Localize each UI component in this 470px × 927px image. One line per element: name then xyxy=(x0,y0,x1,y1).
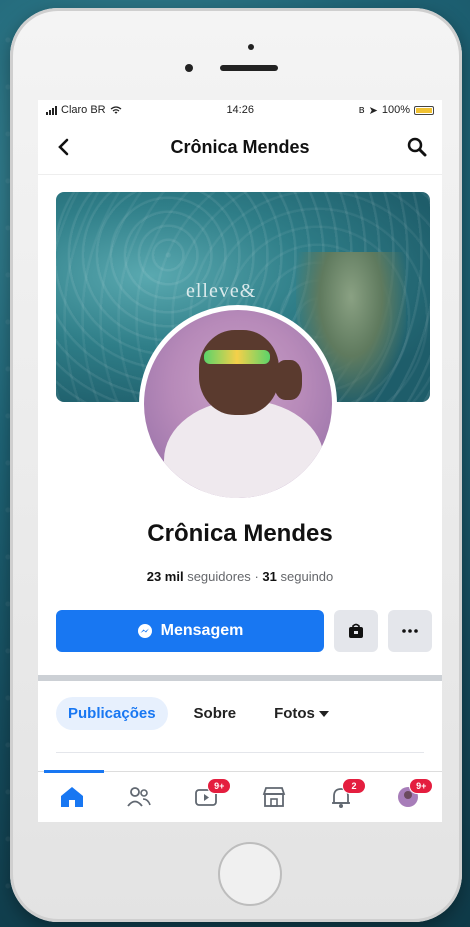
app-screen: Claro BR 14:26 ʙ ➤ 100% Crônica Mendes e… xyxy=(38,100,442,822)
wifi-icon xyxy=(110,105,122,113)
menu-badge: 9+ xyxy=(409,778,434,794)
page-title: Crônica Mendes xyxy=(170,136,310,157)
earpiece-speaker xyxy=(220,65,278,71)
tab-fotos[interactable]: Fotos xyxy=(262,697,341,730)
profile-avatar[interactable] xyxy=(139,305,337,503)
notifications-badge: 2 xyxy=(341,778,366,794)
cover-logo: elleve& xyxy=(186,280,257,302)
front-sensor xyxy=(185,64,193,72)
tabbar-friends[interactable] xyxy=(122,780,156,814)
battery-percent: 100% xyxy=(381,104,410,116)
caret-down-icon xyxy=(318,710,329,717)
message-button-label: Mensagem xyxy=(160,622,244,639)
bag-icon xyxy=(349,623,363,638)
sunglasses xyxy=(204,350,270,364)
marketplace-icon xyxy=(262,787,285,807)
home-icon xyxy=(60,787,83,807)
follow-stats: 23 mil seguidores · 31 seguindo xyxy=(38,569,442,584)
stats-separator: · xyxy=(254,569,259,584)
messenger-icon xyxy=(137,624,152,638)
followers-count[interactable]: 23 mil xyxy=(147,569,184,584)
tabbar-notifications[interactable]: 2 xyxy=(324,778,366,814)
following-count[interactable]: 31 xyxy=(262,569,276,584)
tabbar-videos[interactable]: 9+ xyxy=(189,778,232,814)
carrier-label: Claro BR xyxy=(61,104,106,116)
signal-icon xyxy=(46,105,57,115)
profile-name: Crônica Mendes xyxy=(147,520,333,547)
tabbar-home[interactable] xyxy=(55,780,89,814)
following-label[interactable]: seguindo xyxy=(281,569,334,584)
tabs-separator xyxy=(56,752,424,753)
search-button[interactable] xyxy=(406,136,428,158)
search-icon xyxy=(407,137,427,157)
chevron-left-icon xyxy=(58,138,69,156)
tab-sobre[interactable]: Sobre xyxy=(182,697,249,730)
front-camera xyxy=(248,44,254,50)
more-options-button[interactable] xyxy=(388,610,432,652)
tab-fotos-label: Fotos xyxy=(274,705,315,722)
status-bar: Claro BR 14:26 ʙ ➤ 100% xyxy=(38,100,442,120)
tabbar-marketplace[interactable] xyxy=(257,780,291,814)
more-icon xyxy=(402,629,418,633)
back-button[interactable] xyxy=(52,136,74,158)
section-divider xyxy=(38,675,442,681)
profile-header: Crônica Mendes xyxy=(38,120,442,175)
profile-actions: Mensagem xyxy=(56,610,432,652)
friends-icon xyxy=(127,787,151,807)
followers-label[interactable]: seguidores xyxy=(187,569,251,584)
home-button[interactable] xyxy=(218,842,282,906)
clock: 14:26 xyxy=(226,104,254,116)
profile-tabs: Publicações Sobre Fotos xyxy=(56,697,341,730)
shop-button[interactable] xyxy=(334,610,378,652)
message-button[interactable]: Mensagem xyxy=(56,610,324,652)
videos-badge: 9+ xyxy=(207,778,232,794)
bluetooth-icon: ʙ xyxy=(358,104,365,116)
bottom-tab-bar: 9+ 2 9+ xyxy=(38,770,442,822)
active-tab-indicator xyxy=(44,770,104,773)
tab-publicacoes[interactable]: Publicações xyxy=(56,697,168,730)
battery-icon xyxy=(413,105,434,115)
location-icon: ➤ xyxy=(368,104,378,117)
tabbar-menu[interactable]: 9+ xyxy=(391,778,434,814)
